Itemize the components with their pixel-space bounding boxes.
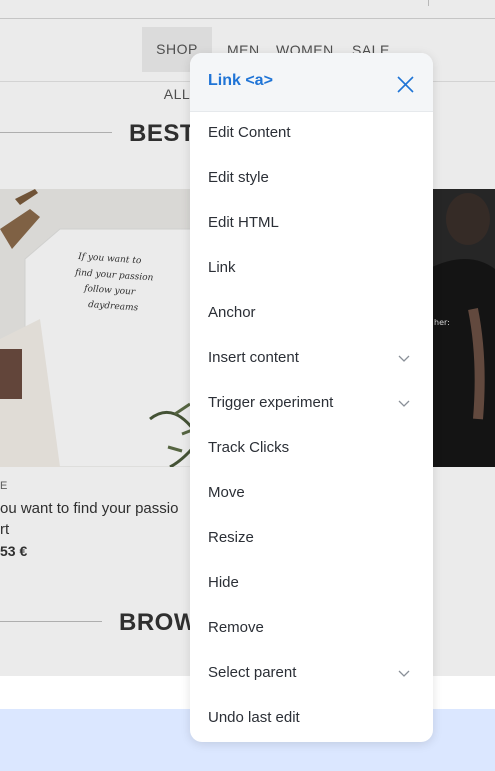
browse-title: BROW (119, 609, 197, 636)
chevron-down-icon (398, 355, 410, 362)
menu-title: Link <a> (208, 72, 273, 89)
menu-item-anchor[interactable]: Anchor (190, 291, 433, 336)
top-bar-divider (428, 0, 429, 6)
menu-item-label: Trigger experiment (208, 394, 334, 411)
element-context-menu: Link <a> Edit Content Edit style Edit HTML… (190, 53, 433, 742)
menu-item-insert-content[interactable]: Insert content (190, 336, 433, 381)
model-photo-image: her: (428, 189, 495, 467)
menu-item-edit-html[interactable]: Edit HTML (190, 201, 433, 246)
menu-item-trigger-experiment[interactable]: Trigger experiment (190, 381, 433, 426)
menu-header: Link <a> (190, 53, 433, 112)
product-brand: E (0, 480, 8, 492)
menu-item-track-clicks[interactable]: Track Clicks (190, 426, 433, 471)
menu-item-label: Hide (208, 574, 239, 591)
product-price: 53 € (0, 543, 28, 559)
menu-item-label: Undo last edit (208, 709, 300, 726)
svg-text:her:: her: (434, 318, 450, 327)
product-image-secondary[interactable]: her: (428, 189, 495, 467)
section-divider-left (0, 132, 112, 133)
close-icon (397, 76, 414, 93)
tshirt-flatlay-image: If you want to find your passion follow … (0, 189, 218, 467)
menu-item-hide[interactable]: Hide (190, 561, 433, 606)
menu-item-label: Edit Content (208, 124, 291, 141)
menu-item-edit-style[interactable]: Edit style (190, 156, 433, 201)
menu-item-link[interactable]: Link (190, 246, 433, 291)
product-title-line2[interactable]: rt (0, 521, 9, 538)
menu-item-label: Edit HTML (208, 214, 279, 231)
menu-item-label: Remove (208, 619, 264, 636)
menu-item-remove[interactable]: Remove (190, 606, 433, 651)
product-title[interactable]: ou want to find your passio (0, 500, 178, 517)
menu-item-label: Anchor (208, 304, 256, 321)
menu-item-move[interactable]: Move (190, 471, 433, 516)
menu-item-label: Resize (208, 529, 254, 546)
menu-item-label: Track Clicks (208, 439, 290, 456)
menu-item-edit-content[interactable]: Edit Content (190, 111, 433, 156)
menu-item-label: Select parent (208, 664, 297, 681)
menu-item-undo-last-edit[interactable]: Undo last edit (190, 696, 433, 741)
menu-item-label: Move (208, 484, 245, 501)
close-button[interactable] (393, 71, 419, 97)
product-image[interactable]: If you want to find your passion follow … (0, 189, 218, 467)
menu-item-resize[interactable]: Resize (190, 516, 433, 561)
top-bar (0, 0, 495, 19)
menu-item-label: Edit style (208, 169, 269, 186)
menu-item-label: Insert content (208, 349, 299, 366)
section-divider-left-2 (0, 621, 102, 622)
menu-item-label: Link (208, 259, 236, 276)
chevron-down-icon (398, 670, 410, 677)
menu-item-select-parent[interactable]: Select parent (190, 651, 433, 696)
chevron-down-icon (398, 400, 410, 407)
